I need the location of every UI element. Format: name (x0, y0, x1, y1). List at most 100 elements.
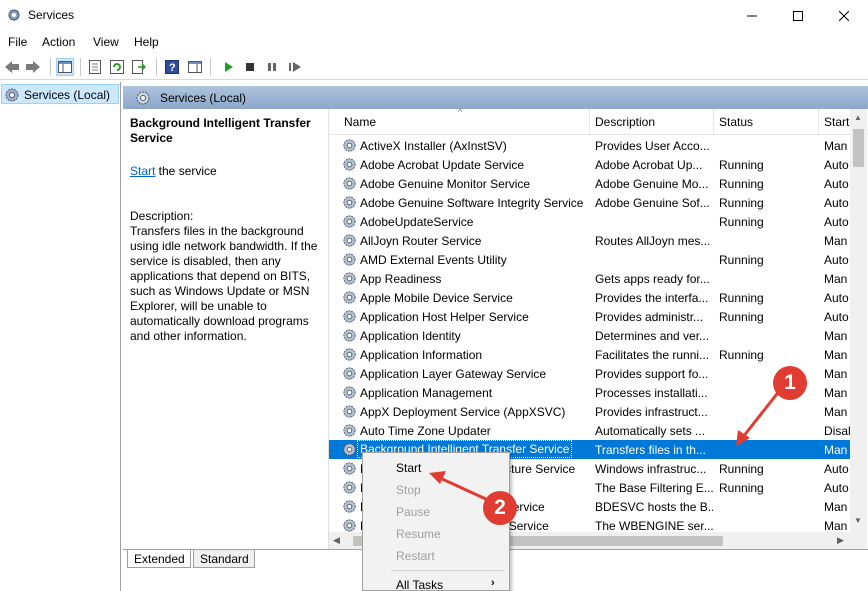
show-hide-console-tree-icon (58, 61, 72, 73)
service-row[interactable]: AMD External Events Utility Running Auto (329, 250, 850, 269)
service-description: Provides infrastruct... (595, 405, 708, 419)
column-divider[interactable] (589, 109, 590, 135)
service-startup-type: Man (824, 348, 848, 362)
service-description: Adobe Genuine Sof... (595, 196, 710, 210)
column-header-startup-type[interactable]: Start (824, 115, 849, 135)
context-menu-separator (391, 570, 505, 571)
context-menu-start[interactable]: Start (363, 457, 509, 479)
service-row[interactable]: Application Host Helper Service Provides … (329, 307, 850, 326)
service-row[interactable]: Application Information Facilitates the r… (329, 345, 850, 364)
service-row[interactable]: Application Management Processes installa… (329, 383, 850, 402)
column-header-name[interactable]: Name (344, 115, 376, 135)
menu-action[interactable]: Action (42, 35, 75, 49)
service-name: Adobe Genuine Monitor Service (360, 177, 531, 191)
service-gear-icon (343, 329, 356, 342)
vertical-scroll-thumb[interactable] (853, 129, 864, 167)
scroll-right-icon[interactable]: ▶ (837, 535, 844, 546)
service-row[interactable]: Auto Time Zone Updater Automatically sets… (329, 421, 850, 440)
context-menu-resume-label: Resume (396, 527, 441, 541)
service-name: AMD External Events Utility (360, 253, 507, 267)
stop-service-button[interactable] (241, 58, 259, 76)
title-bar: Services (0, 0, 868, 31)
minimize-button[interactable] (729, 0, 775, 31)
service-name: Application Identity (360, 329, 461, 343)
tree-item-services-local[interactable]: Services (Local) (1, 84, 119, 104)
show-hide-console-tree-button[interactable] (56, 58, 74, 76)
service-description: Provides User Acco... (595, 139, 710, 153)
service-startup-type: Man (824, 367, 848, 381)
service-status: Running (719, 348, 764, 362)
column-header-description[interactable]: Description (595, 115, 655, 135)
context-menu-restart[interactable]: Restart (363, 545, 509, 567)
service-row[interactable]: Adobe Genuine Monitor Service Adobe Genui… (329, 174, 850, 193)
service-detail-panel: Background Intelligent Transfer Service … (123, 109, 328, 549)
show-hide-action-pane-button[interactable] (186, 58, 204, 76)
service-row[interactable]: AppX Deployment Service (AppXSVC) Provide… (329, 402, 850, 421)
context-menu-all-tasks[interactable]: All Tasks › (363, 574, 509, 591)
service-startup-type: Man (824, 139, 848, 153)
service-description: Determines and ver... (595, 329, 710, 343)
service-name: AllJoyn Router Service (360, 234, 482, 248)
service-status: Running (719, 177, 764, 191)
maximize-button[interactable] (775, 0, 821, 31)
help-button[interactable]: ? (163, 58, 181, 76)
service-name: Adobe Genuine Software Integrity Service (360, 196, 584, 210)
service-row[interactable]: AdobeUpdateService Running Auto (329, 212, 850, 231)
service-row[interactable]: App Readiness Gets apps ready for... Man (329, 269, 850, 288)
scroll-down-icon[interactable]: ▼ (854, 516, 862, 525)
service-gear-icon (343, 253, 356, 266)
menu-help[interactable]: Help (134, 35, 159, 49)
show-hide-action-pane-icon (188, 61, 202, 73)
refresh-button[interactable] (108, 58, 126, 76)
services-gear-icon (5, 88, 19, 102)
service-row[interactable]: Apple Mobile Device Service Provides the … (329, 288, 850, 307)
scroll-left-icon[interactable]: ◀ (333, 535, 340, 546)
tab-standard[interactable]: Standard (193, 550, 255, 568)
services-gear-icon (136, 91, 150, 105)
service-startup-type: Auto (824, 177, 849, 191)
service-row[interactable]: Application Layer Gateway Service Provide… (329, 364, 850, 383)
menu-view[interactable]: View (93, 35, 119, 49)
restart-service-button[interactable] (286, 58, 304, 76)
close-button[interactable] (821, 0, 867, 31)
service-description: Routes AllJoyn mes... (595, 234, 711, 248)
service-startup-type: Disal (824, 424, 850, 438)
column-header-status[interactable]: Status (719, 115, 753, 135)
column-divider[interactable] (713, 109, 714, 135)
service-row[interactable]: Adobe Genuine Software Integrity Service… (329, 193, 850, 212)
tab-extended[interactable]: Extended (127, 550, 191, 568)
export-list-icon (132, 60, 146, 74)
service-row[interactable]: AllJoyn Router Service Routes AllJoyn mes… (329, 231, 850, 250)
service-name: ActiveX Installer (AxInstSV) (360, 139, 507, 153)
service-description: Processes installati... (595, 386, 708, 400)
export-list-button[interactable] (130, 58, 148, 76)
service-startup-type: Man (824, 234, 848, 248)
pane-header-title: Services (Local) (160, 91, 247, 105)
stop-service-icon (246, 63, 254, 71)
minimize-icon (747, 15, 757, 16)
service-description: Provides administr... (595, 310, 704, 324)
service-description: Transfers files in th... (595, 443, 706, 457)
start-service-link[interactable]: Start (130, 164, 155, 178)
pause-service-button[interactable] (263, 58, 281, 76)
service-name: AdobeUpdateService (360, 215, 474, 229)
help-icon: ? (165, 60, 179, 74)
properties-button[interactable] (86, 58, 104, 76)
service-gear-icon (343, 196, 356, 209)
service-name: Application Management (360, 386, 493, 400)
description-text: Transfers files in the background using … (130, 224, 318, 343)
service-description: Adobe Genuine Mo... (595, 177, 709, 191)
context-menu-resume[interactable]: Resume (363, 523, 509, 545)
start-service-button[interactable] (219, 58, 237, 76)
column-divider[interactable] (818, 109, 819, 135)
scroll-up-icon[interactable]: ▲ (854, 113, 862, 122)
service-row[interactable]: Adobe Acrobat Update Service Adobe Acroba… (329, 155, 850, 174)
menu-file[interactable]: File (8, 35, 27, 49)
toolbar-separator (50, 58, 51, 76)
forward-button[interactable] (24, 58, 42, 76)
service-gear-icon (343, 291, 356, 304)
back-button[interactable] (3, 58, 21, 76)
service-row[interactable]: Application Identity Determines and ver..… (329, 326, 850, 345)
service-row[interactable]: ActiveX Installer (AxInstSV) Provides Use… (329, 136, 850, 155)
vertical-scrollbar[interactable]: ▲ ▼ (850, 109, 867, 532)
